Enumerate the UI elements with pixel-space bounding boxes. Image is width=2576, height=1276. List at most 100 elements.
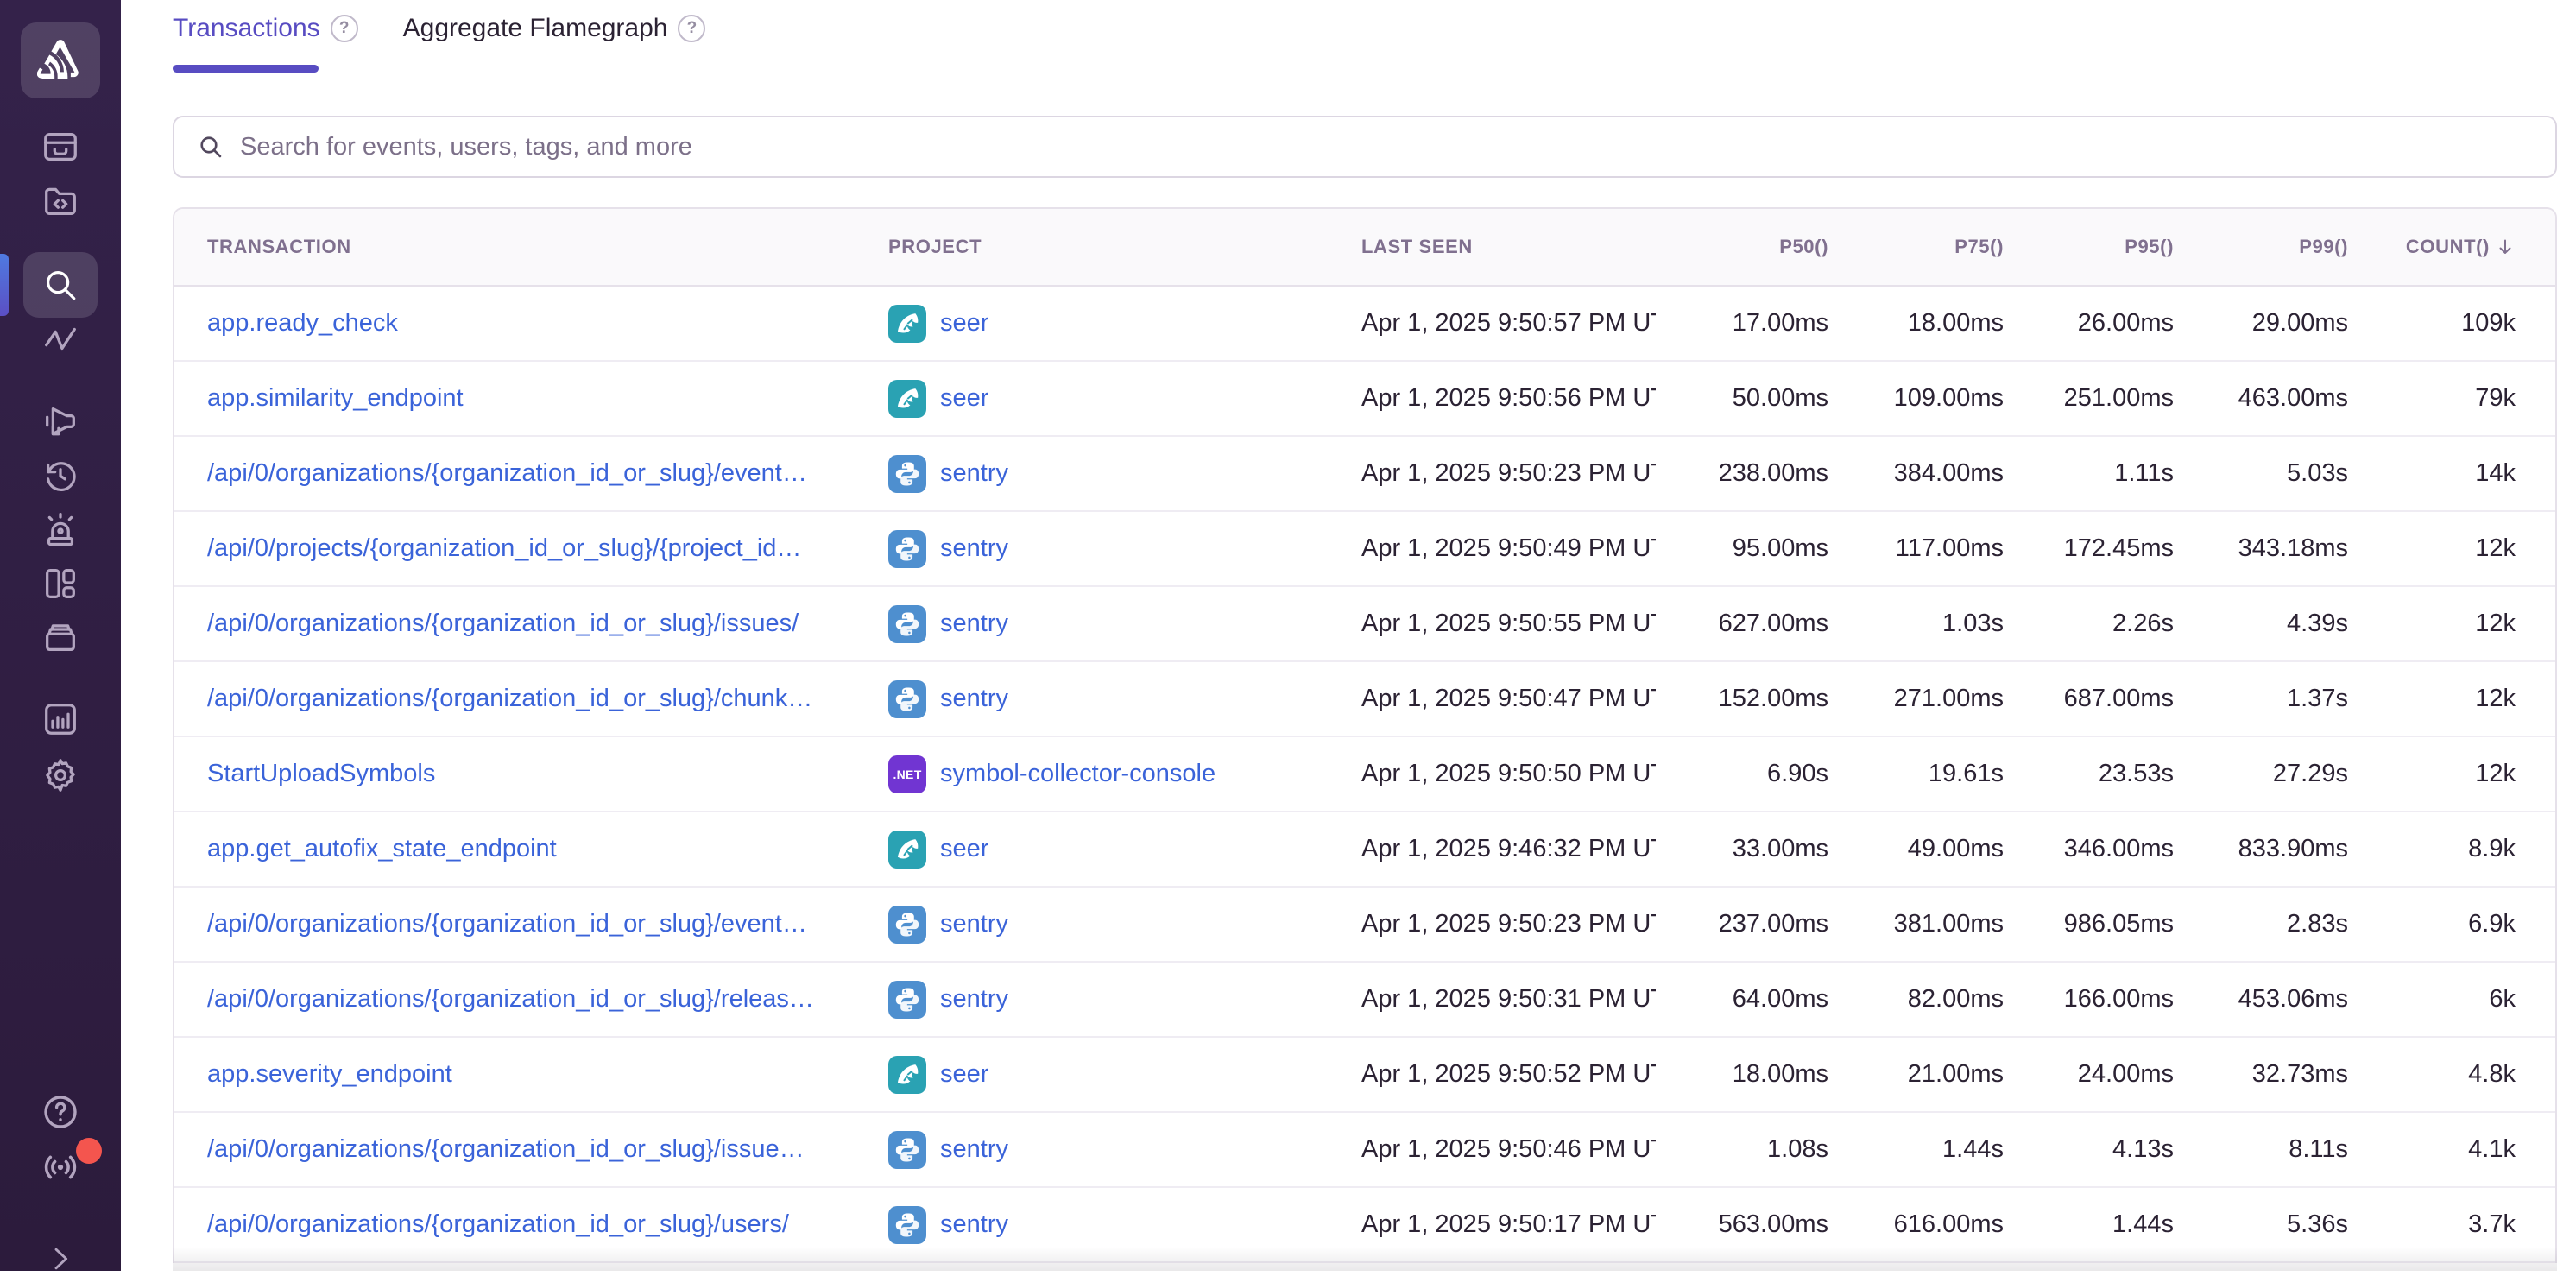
project-cell: sentry — [888, 1131, 1361, 1169]
search-icon — [197, 133, 224, 161]
project-link[interactable]: seer — [940, 384, 988, 413]
sidebar-item-issues[interactable] — [41, 127, 80, 167]
project-link[interactable]: sentry — [940, 685, 1008, 713]
table-row: StartUploadSymbols .NET symbol-collector… — [174, 737, 2555, 812]
count-cell: 3.7k — [2348, 1210, 2555, 1239]
transaction-link[interactable]: /api/0/organizations/{organization_id_or… — [207, 1135, 805, 1163]
project-cell: sentry — [888, 605, 1361, 643]
p99-cell: 8.11s — [2174, 1135, 2348, 1164]
column-header-project[interactable]: PROJECT — [888, 236, 1361, 258]
transaction-link[interactable]: app.ready_check — [207, 309, 398, 337]
p95-cell: 986.05ms — [2004, 910, 2174, 938]
sidebar-item-settings[interactable] — [41, 755, 80, 795]
transaction-link[interactable]: /api/0/organizations/{organization_id_or… — [207, 610, 799, 637]
p50-cell: 6.90s — [1656, 760, 1828, 788]
p50-cell: 18.00ms — [1656, 1060, 1828, 1089]
project-link[interactable]: sentry — [940, 1135, 1008, 1164]
p99-cell: 343.18ms — [2174, 534, 2348, 563]
p50-cell: 64.00ms — [1656, 985, 1828, 1014]
search-input[interactable] — [240, 133, 2533, 161]
last-seen-cell: Apr 1, 2025 9:46:32 PM UTC — [1361, 835, 1656, 863]
sidebar — [0, 0, 121, 1271]
transaction-link[interactable]: /api/0/organizations/{organization_id_or… — [207, 1210, 789, 1238]
last-seen-cell: Apr 1, 2025 9:50:46 PM UTC — [1361, 1135, 1656, 1164]
p99-cell: 29.00ms — [2174, 309, 2348, 338]
p50-cell: 152.00ms — [1656, 685, 1828, 713]
table-row: app.ready_check seer Apr 1, 2025 9:50:57… — [174, 287, 2555, 362]
table-row: app.get_autofix_state_endpoint seer Apr … — [174, 812, 2555, 888]
transaction-link[interactable]: app.get_autofix_state_endpoint — [207, 835, 557, 862]
column-header-transaction[interactable]: TRANSACTION — [174, 236, 888, 258]
sidebar-item-replays[interactable] — [41, 456, 80, 496]
transaction-link[interactable]: /api/0/projects/{organization_id_or_slug… — [207, 534, 801, 562]
transaction-link[interactable]: app.similarity_endpoint — [207, 384, 464, 412]
table-row: /api/0/organizations/{organization_id_or… — [174, 1188, 2555, 1263]
project-link[interactable]: seer — [940, 835, 988, 863]
count-cell: 12k — [2348, 685, 2555, 713]
column-header-p95[interactable]: P95() — [2004, 236, 2174, 258]
project-link[interactable]: symbol-collector-console — [940, 760, 1215, 788]
column-header-p50[interactable]: P50() — [1656, 236, 1828, 258]
transaction-link[interactable]: /api/0/organizations/{organization_id_or… — [207, 459, 807, 487]
project-link[interactable]: sentry — [940, 1210, 1008, 1239]
p95-cell: 2.26s — [2004, 610, 2174, 638]
project-link[interactable]: sentry — [940, 910, 1008, 938]
sidebar-item-stats[interactable] — [41, 699, 80, 739]
project-cell: sentry — [888, 455, 1361, 493]
p99-cell: 5.03s — [2174, 459, 2348, 488]
project-link[interactable]: sentry — [940, 459, 1008, 488]
column-header-p75[interactable]: P75() — [1828, 236, 2004, 258]
count-cell: 4.8k — [2348, 1060, 2555, 1089]
count-cell: 12k — [2348, 610, 2555, 638]
project-icon-seer — [888, 380, 926, 418]
sidebar-item-alerts[interactable] — [41, 510, 80, 550]
project-icon-seer — [888, 831, 926, 869]
sidebar-item-projects[interactable] — [41, 181, 80, 221]
tab-aggregate-flamegraph[interactable]: Aggregate Flamegraph ? — [403, 14, 706, 73]
sidebar-item-dashboards[interactable] — [41, 564, 80, 603]
transaction-link[interactable]: /api/0/organizations/{organization_id_or… — [207, 685, 812, 712]
project-link[interactable]: seer — [940, 309, 988, 338]
stats-icon — [41, 699, 80, 739]
transaction-link[interactable]: StartUploadSymbols — [207, 760, 435, 787]
project-cell: sentry — [888, 680, 1361, 718]
p95-cell: 687.00ms — [2004, 685, 2174, 713]
transaction-link[interactable]: /api/0/organizations/{organization_id_or… — [207, 985, 814, 1013]
sidebar-item-releases[interactable] — [41, 618, 80, 658]
help-circle-icon[interactable]: ? — [678, 15, 705, 42]
project-icon-seer — [888, 305, 926, 343]
help-button[interactable] — [40, 1091, 81, 1133]
table-row: /api/0/organizations/{organization_id_or… — [174, 963, 2555, 1038]
project-cell: seer — [888, 1056, 1361, 1094]
help-circle-icon[interactable]: ? — [331, 15, 358, 42]
count-cell: 6.9k — [2348, 910, 2555, 938]
project-link[interactable]: sentry — [940, 985, 1008, 1014]
tab-transactions[interactable]: Transactions ? — [173, 14, 358, 73]
notification-dot — [76, 1138, 102, 1164]
project-icon-python — [888, 1206, 926, 1244]
search-bar[interactable] — [173, 116, 2557, 178]
transaction-cell: app.get_autofix_state_endpoint — [174, 835, 888, 863]
transaction-link[interactable]: app.severity_endpoint — [207, 1060, 452, 1088]
dashboards-icon — [41, 564, 80, 603]
sentry-logo-button[interactable] — [21, 22, 100, 98]
p75-cell: 1.03s — [1828, 610, 2004, 638]
search-icon[interactable] — [41, 265, 80, 305]
column-header-p99[interactable]: P99() — [2174, 236, 2348, 258]
sidebar-expand-button[interactable] — [43, 1241, 78, 1276]
project-link[interactable]: sentry — [940, 534, 1008, 563]
table-row: /api/0/organizations/{organization_id_or… — [174, 1113, 2555, 1188]
releases-archive-icon — [41, 618, 80, 658]
project-link[interactable]: sentry — [940, 610, 1008, 638]
column-header-count[interactable]: COUNT() — [2348, 236, 2555, 258]
column-header-last-seen[interactable]: LAST SEEN — [1361, 236, 1656, 258]
last-seen-cell: Apr 1, 2025 9:50:55 PM UTC — [1361, 610, 1656, 638]
p99-cell: 4.39s — [2174, 610, 2348, 638]
project-icon-dotnet: .NET — [888, 755, 926, 793]
project-link[interactable]: seer — [940, 1060, 988, 1089]
table-row: /api/0/organizations/{organization_id_or… — [174, 888, 2555, 963]
sidebar-item-traces[interactable] — [41, 319, 80, 359]
sidebar-item-feedback[interactable] — [41, 401, 80, 441]
transaction-link[interactable]: /api/0/organizations/{organization_id_or… — [207, 910, 807, 938]
last-seen-cell: Apr 1, 2025 9:50:47 PM UTC — [1361, 685, 1656, 713]
